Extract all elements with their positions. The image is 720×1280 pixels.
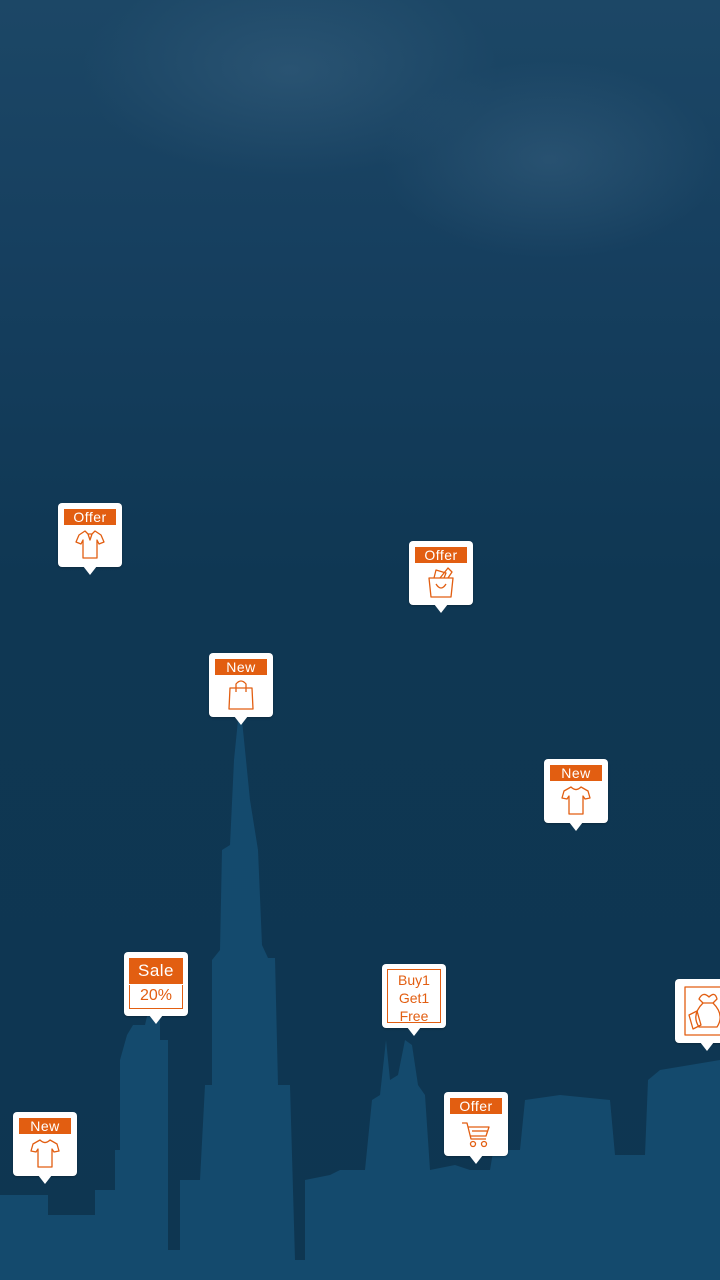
- offer-pin-shirt[interactable]: Offer: [58, 503, 122, 575]
- sale-label: Sale: [129, 958, 183, 984]
- bogo-line-3: Free: [399, 1008, 429, 1024]
- tshirt-icon: [561, 784, 591, 816]
- offer-label: Offer: [450, 1098, 502, 1114]
- bogo-line-2: Get1: [398, 990, 430, 1006]
- offer-pin-cart[interactable]: Offer: [444, 1092, 508, 1164]
- new-label: New: [215, 659, 267, 675]
- bogo-line-1: Buy1: [398, 972, 430, 988]
- offer-label: Offer: [415, 547, 467, 563]
- money-bag-icon: [683, 985, 720, 1037]
- new-pin-tshirt[interactable]: New: [544, 759, 608, 831]
- money-pin[interactable]: [675, 979, 720, 1051]
- sale-pin[interactable]: Sale 20%: [124, 952, 188, 1024]
- new-pin-bag[interactable]: New: [209, 653, 273, 725]
- shopping-bag-icon: [226, 678, 256, 710]
- new-label: New: [550, 765, 602, 781]
- bogo-pin[interactable]: Buy1 Get1 Free: [382, 964, 446, 1036]
- offer-pin-bag[interactable]: Offer: [409, 541, 473, 613]
- polo-shirt-icon: [75, 528, 105, 560]
- sale-percent: 20%: [129, 985, 183, 1009]
- shopping-cart-icon: [461, 1117, 491, 1149]
- gift-bag-icon: [426, 566, 456, 598]
- city-skyline: [0, 720, 720, 1280]
- tshirt-icon: [30, 1137, 60, 1169]
- new-pin-tshirt-left[interactable]: New: [13, 1112, 77, 1184]
- bogo-text-box: Buy1 Get1 Free: [387, 969, 441, 1024]
- new-label: New: [19, 1118, 71, 1134]
- offer-label: Offer: [64, 509, 116, 525]
